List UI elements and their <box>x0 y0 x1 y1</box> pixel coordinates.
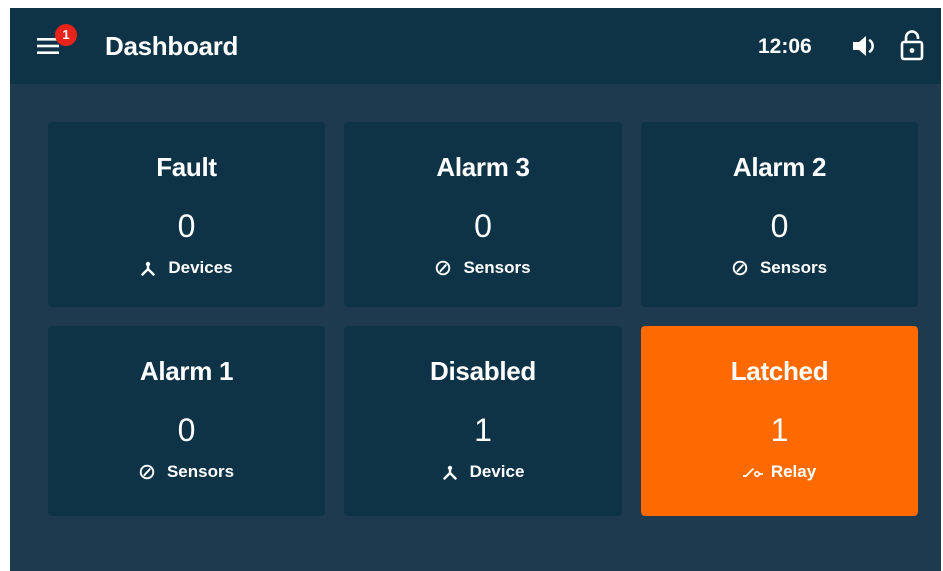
lock-button[interactable] <box>899 29 925 61</box>
tile-label: Relay <box>770 462 817 481</box>
tile-label: Sensors <box>759 258 828 277</box>
tile-title: Latched <box>730 356 829 386</box>
dashboard-screen: 1 Dashboard 12:06 Fault 0 Devices Alarm … <box>10 8 941 571</box>
page-title: Dashboard <box>105 31 239 61</box>
tile-label: Device <box>469 462 525 481</box>
volume-icon <box>853 36 874 56</box>
tile-subtitle: Device <box>344 462 622 482</box>
tile-count: 0 <box>177 208 196 244</box>
tile-alarm-2[interactable]: Alarm 2 0 Sensors <box>641 122 918 307</box>
sensor-gauge-icon <box>436 260 451 276</box>
tile-count: 1 <box>474 412 492 448</box>
tile-label: Sensors <box>166 462 235 481</box>
tile-label: Sensors <box>463 258 531 277</box>
sensor-gauge-icon <box>139 464 155 480</box>
tile-label: Devices <box>168 258 233 277</box>
tile-subtitle: Sensors <box>48 462 325 482</box>
tile-subtitle: Sensors <box>641 258 918 278</box>
tile-title: Alarm 2 <box>732 152 827 182</box>
tile-count: 0 <box>177 412 196 448</box>
tile-disabled[interactable]: Disabled 1 Device <box>344 326 622 516</box>
tile-alarm-3[interactable]: Alarm 3 0 Sensors <box>344 122 622 307</box>
tile-title: Fault <box>156 152 217 182</box>
tile-count: 0 <box>770 208 789 244</box>
tile-latched[interactable]: Latched 1 Relay <box>641 326 918 516</box>
tile-title: Disabled <box>430 356 536 386</box>
tile-fault[interactable]: Fault 0 Devices <box>48 122 325 307</box>
volume-button[interactable] <box>851 33 879 59</box>
device-icon <box>141 261 156 276</box>
menu-button[interactable]: 1 <box>37 24 77 56</box>
clock: 12:06 <box>758 35 812 58</box>
tile-subtitle: Sensors <box>344 258 622 278</box>
tile-title: Alarm 1 <box>139 356 234 386</box>
tile-alarm-1[interactable]: Alarm 1 0 Sensors <box>48 326 325 516</box>
relay-switch-icon <box>742 468 763 478</box>
top-bar: 1 Dashboard 12:06 <box>10 8 941 84</box>
sensor-gauge-icon <box>732 260 748 276</box>
tile-title: Alarm 3 <box>436 152 530 182</box>
tile-count: 0 <box>474 208 492 244</box>
tile-count: 1 <box>770 412 789 448</box>
device-icon <box>442 465 457 480</box>
lock-open-icon <box>900 30 924 61</box>
tile-subtitle: Relay <box>641 462 918 482</box>
notification-badge: 1 <box>55 24 77 46</box>
tile-subtitle: Devices <box>48 258 325 278</box>
